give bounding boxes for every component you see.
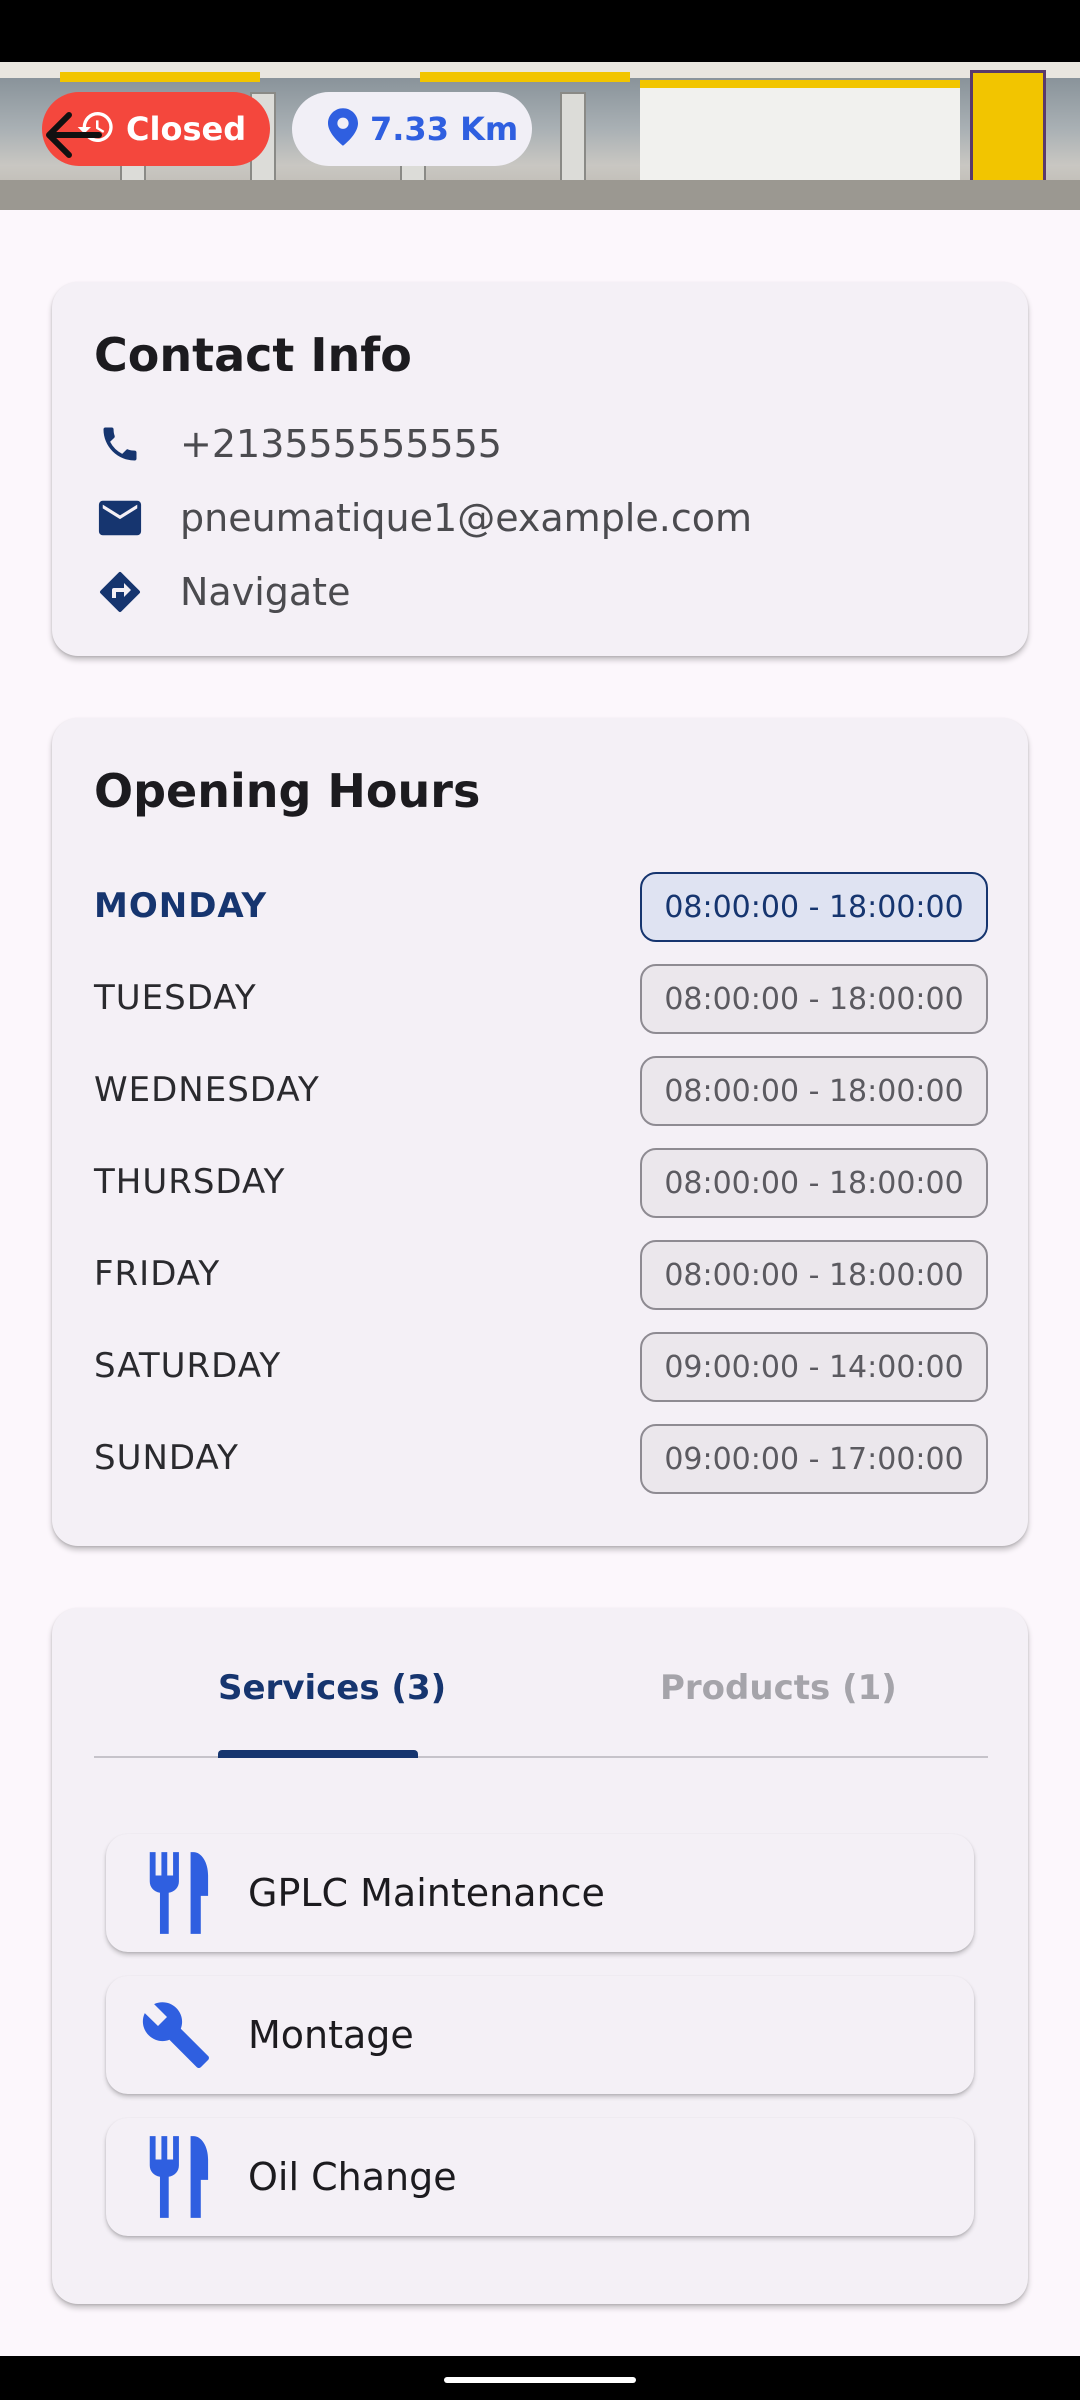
phone-row[interactable]: +213555555555 (94, 418, 502, 470)
service-item[interactable]: Montage (106, 1976, 974, 2094)
time-range: 08:00:00 - 18:00:00 (640, 964, 988, 1034)
location-pin-icon (328, 108, 358, 150)
time-range: 08:00:00 - 18:00:00 (640, 1056, 988, 1126)
hours-row: MONDAY 08:00:00 - 18:00:00 (94, 872, 988, 942)
hours-row: WEDNESDAY 08:00:00 - 18:00:00 (94, 1056, 988, 1126)
status-label: Closed (126, 110, 247, 148)
directions-icon (94, 566, 146, 618)
time-range: 09:00:00 - 14:00:00 (640, 1332, 988, 1402)
wrench-icon (140, 1993, 212, 2077)
service-item[interactable]: Oil Change (106, 2118, 974, 2236)
phone-icon (94, 418, 146, 470)
service-item[interactable]: GPLC Maintenance (106, 1834, 974, 1952)
time-range: 09:00:00 - 17:00:00 (640, 1424, 988, 1494)
hours-row: SATURDAY 09:00:00 - 14:00:00 (94, 1332, 988, 1402)
contact-title: Contact Info (94, 328, 412, 382)
phone-number: +213555555555 (180, 422, 502, 466)
day-label: SUNDAY (94, 1438, 239, 1478)
distance-label: 7.33 Km (370, 110, 519, 148)
time-range: 08:00:00 - 18:00:00 (640, 872, 988, 942)
distance-chip: 7.33 Km (292, 92, 532, 166)
opening-hours-card: Opening Hours MONDAY 08:00:00 - 18:00:00… (52, 718, 1028, 1546)
back-button[interactable] (44, 110, 104, 160)
email-row[interactable]: pneumatique1@example.com (94, 492, 752, 544)
services-products-card: Services (3) Products (1) GPLC Maintenan… (52, 1608, 1028, 2304)
hours-row: FRIDAY 08:00:00 - 18:00:00 (94, 1240, 988, 1310)
contact-card: Contact Info +213555555555 pneumatique1@… (52, 282, 1028, 656)
email-address: pneumatique1@example.com (180, 496, 752, 540)
hours-row: SUNDAY 09:00:00 - 17:00:00 (94, 1424, 988, 1494)
time-range: 08:00:00 - 18:00:00 (640, 1148, 988, 1218)
arrow-back-icon (44, 112, 104, 164)
hours-row: THURSDAY 08:00:00 - 18:00:00 (94, 1148, 988, 1218)
day-label: FRIDAY (94, 1254, 221, 1294)
tab-products[interactable]: Products (1) (660, 1668, 897, 1708)
day-label: WEDNESDAY (94, 1070, 320, 1110)
day-label: SATURDAY (94, 1346, 282, 1386)
navigate-label: Navigate (180, 570, 351, 614)
opening-hours-title: Opening Hours (94, 764, 481, 818)
time-range: 08:00:00 - 18:00:00 (640, 1240, 988, 1310)
hours-row: TUESDAY 08:00:00 - 18:00:00 (94, 964, 988, 1034)
restaurant-icon (140, 2135, 212, 2219)
active-tab-indicator (218, 1750, 418, 1758)
mail-icon (94, 492, 146, 544)
tab-services[interactable]: Services (3) (218, 1668, 446, 1708)
day-label: TUESDAY (94, 978, 257, 1018)
navigate-row[interactable]: Navigate (94, 566, 350, 618)
home-gesture-handle[interactable] (444, 2377, 636, 2383)
day-label: MONDAY (94, 886, 268, 926)
service-label: GPLC Maintenance (248, 1871, 605, 1915)
status-bar (0, 0, 1080, 62)
service-label: Montage (248, 2013, 414, 2057)
service-label: Oil Change (248, 2155, 457, 2199)
day-label: THURSDAY (94, 1162, 286, 1202)
restaurant-icon (140, 1851, 212, 1935)
